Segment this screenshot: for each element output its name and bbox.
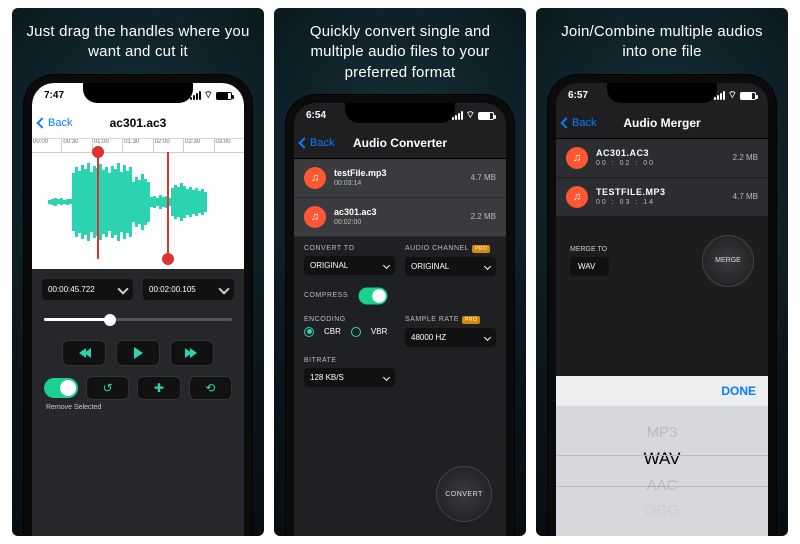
file-row[interactable]: TESTFILE.MP3 00 : 03 : 14 4.7 MB [556, 178, 768, 216]
status-time: 7:47 [44, 90, 64, 101]
timeline-ruler: 00:0000:30 01:0001:30 02:0002:30 03:00 [32, 139, 244, 153]
picker-wheel[interactable]: MP3 WAV AAC OGG [556, 406, 768, 536]
picker-option[interactable]: MP3 [647, 424, 678, 441]
start-time-field[interactable]: 00:00:45.722 [42, 279, 133, 300]
nav-bar: Back Audio Merger [556, 109, 768, 139]
bitrate-label: BITRATE [304, 357, 395, 364]
convert-to-label: CONVERT TO [304, 245, 395, 252]
phone-notch [345, 103, 455, 123]
merge-to-label: MERGE TO [570, 246, 609, 253]
save-button[interactable]: ✚ [137, 376, 180, 400]
trim-handle-end[interactable] [160, 152, 176, 259]
nav-title: Audio Merger [623, 116, 700, 130]
music-icon [566, 147, 588, 169]
panel-caption: Quickly convert single and multiple audi… [274, 8, 526, 95]
remove-selected-toggle[interactable] [44, 378, 78, 398]
bitrate-dropdown[interactable]: 128 KB/S [304, 368, 395, 387]
music-icon [304, 206, 326, 228]
picker-option[interactable]: AAC [647, 477, 678, 494]
trim-handle-start[interactable] [90, 152, 106, 259]
chevron-left-icon [560, 117, 571, 128]
phone-frame: 6:57 ⌔ Back Audio Merger AC301.A [548, 75, 776, 537]
phone-frame: 6:54 ⌔ Back Audio Converter test [286, 95, 514, 536]
convert-button[interactable]: CONVERT [436, 466, 492, 522]
playback-slider[interactable] [44, 314, 232, 326]
back-button[interactable]: Back [562, 109, 596, 138]
audio-channel-label: AUDIO CHANNELPRO [405, 245, 496, 253]
file-row[interactable]: testFile.mp3 00:03:14 4.7 MB [294, 159, 506, 197]
sample-rate-label: SAMPLE RATEPRO [405, 316, 496, 324]
play-button[interactable] [116, 340, 160, 366]
encoding-vbr-radio[interactable] [351, 327, 361, 337]
back-button[interactable]: Back [300, 129, 334, 158]
wifi-icon: ⌔ [466, 109, 475, 122]
pencil-icon [117, 283, 128, 294]
battery-icon [740, 92, 756, 100]
status-time: 6:57 [568, 90, 588, 101]
waveform-area[interactable]: 00:0000:30 01:0001:30 02:0002:30 03:00 [32, 139, 244, 269]
nav-title: Audio Converter [353, 136, 447, 150]
reset-button[interactable]: ⟲ [189, 376, 232, 400]
picker-option[interactable]: OGG [644, 502, 679, 519]
music-icon [566, 186, 588, 208]
chevron-left-icon [298, 138, 309, 149]
format-picker[interactable]: DONE MP3 WAV AAC OGG [556, 376, 768, 536]
compress-toggle[interactable] [359, 287, 388, 304]
compress-label: COMPRESS [304, 292, 348, 299]
phone-frame: 7:47 ⌔ Back ac301.ac3 00:0000:30 [24, 75, 252, 537]
battery-icon [216, 92, 232, 100]
undo-button[interactable]: ↺ [86, 376, 129, 400]
pencil-icon [218, 283, 229, 294]
panel-caption: Join/Combine multiple audios into one fi… [536, 8, 788, 75]
back-button[interactable]: Back [38, 109, 72, 138]
rewind-button[interactable] [62, 340, 106, 366]
end-time-field[interactable]: 00:02:00.105 [143, 279, 234, 300]
file-row[interactable]: ac301.ac3 00:02:00 2.2 MB [294, 198, 506, 236]
phone-notch [83, 83, 193, 103]
sample-rate-dropdown[interactable]: 48000 HZ [405, 328, 496, 347]
wifi-icon: ⌔ [204, 89, 213, 102]
wifi-icon: ⌔ [728, 89, 737, 102]
remove-selected-label: Remove Selected [46, 404, 230, 411]
merge-to-dropdown[interactable]: WAV [570, 257, 609, 276]
done-button[interactable]: DONE [721, 384, 756, 398]
chevron-down-icon [484, 334, 491, 341]
waveform [48, 161, 228, 243]
battery-icon [478, 112, 494, 120]
phone-notch [607, 83, 717, 103]
panel-caption: Just drag the handles where you want and… [12, 8, 264, 75]
panel-merger: Join/Combine multiple audios into one fi… [536, 8, 788, 536]
music-icon [304, 167, 326, 189]
merge-button[interactable]: MERGE [702, 235, 754, 287]
convert-to-dropdown[interactable]: ORIGINAL [304, 256, 395, 275]
nav-bar: Back ac301.ac3 [32, 109, 244, 139]
chevron-down-icon [383, 374, 390, 381]
chevron-down-icon [383, 262, 390, 269]
nav-title: ac301.ac3 [110, 116, 167, 130]
chevron-down-icon [484, 263, 491, 270]
chevron-left-icon [36, 117, 47, 128]
panel-cutter: Just drag the handles where you want and… [12, 8, 264, 536]
nav-bar: Back Audio Converter [294, 129, 506, 159]
panel-converter: Quickly convert single and multiple audi… [274, 8, 526, 536]
fast-forward-button[interactable] [170, 340, 214, 366]
encoding-label: ENCODING [304, 316, 395, 323]
status-time: 6:54 [306, 110, 326, 121]
audio-channel-dropdown[interactable]: ORIGINAL [405, 257, 496, 276]
file-row[interactable]: AC301.AC3 00 : 02 : 00 2.2 MB [556, 139, 768, 177]
encoding-cbr-radio[interactable] [304, 327, 314, 337]
